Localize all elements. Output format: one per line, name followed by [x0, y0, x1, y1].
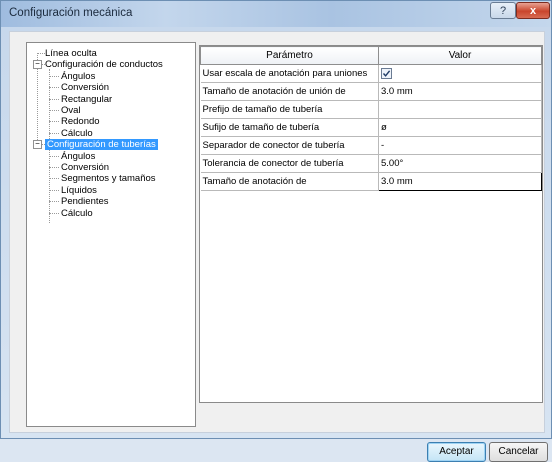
table-row[interactable]: Tolerancia de conector de tubería 5.00°	[200, 154, 542, 173]
value-cell[interactable]: 5.00°	[378, 154, 542, 173]
tree-item[interactable]: Cálculo	[61, 128, 93, 139]
parameter-cell: Tamaño de anotación de	[200, 172, 379, 191]
table-header-row: Parámetro Valor	[200, 46, 542, 65]
collapse-toggle-icon[interactable]: −	[33, 140, 42, 150]
value-cell[interactable]	[378, 64, 542, 83]
tree-connector	[49, 167, 59, 168]
accept-button[interactable]: Aceptar	[427, 442, 486, 462]
tree-connector	[49, 98, 59, 100]
parameter-table: Parámetro Valor Usar escala de anotación…	[200, 46, 542, 191]
tree-connector	[37, 53, 45, 54]
collapse-toggle-icon[interactable]: −	[33, 60, 42, 70]
tree-connector	[49, 212, 59, 214]
tree-item[interactable]: Conversión	[61, 162, 109, 173]
tree-item[interactable]: Configuración de tuberías	[45, 139, 158, 151]
use-annotation-scale-checkbox[interactable]	[381, 67, 392, 79]
table-row[interactable]: Tamaño de anotación de 3.0 mm	[200, 172, 542, 191]
value-text: 3.0 mm	[381, 176, 413, 187]
tree-item-label: Conversión	[61, 162, 110, 173]
tree-item-label: Cálculo	[61, 207, 93, 219]
tree-connector	[49, 201, 59, 203]
title-bar[interactable]: Configuración mecánica ? x	[1, 1, 551, 27]
table-row[interactable]: Usar escala de anotación para uniones	[200, 64, 542, 83]
cancel-button[interactable]: Cancelar	[489, 442, 548, 462]
tree-item-label: Línea oculta	[45, 48, 97, 59]
window-title: Configuración mecánica	[9, 7, 133, 19]
table-row[interactable]: Prefijo de tamaño de tubería	[200, 100, 542, 119]
tree-item[interactable]: Configuración de conductos	[45, 59, 163, 70]
value-cell[interactable]: 3.0 mm	[378, 82, 542, 101]
tree-connector	[49, 75, 59, 77]
value-text: -	[381, 140, 385, 151]
tree-item-label: Ángulos	[61, 70, 96, 82]
value-cell[interactable]: 3.0 mm	[378, 172, 542, 191]
tree-connector	[49, 132, 59, 134]
parameter-grid: Parámetro Valor Usar escala de anotación…	[199, 45, 543, 403]
tree-item[interactable]: Ángulos	[61, 71, 95, 82]
tree-connector	[49, 189, 59, 191]
tree-item[interactable]: Línea oculta	[45, 48, 97, 59]
parameter-cell: Prefijo de tamaño de tubería	[200, 100, 379, 119]
parameter-cell: Tolerancia de conector de tubería	[200, 154, 379, 173]
dialog-client-area: Línea oculta − Configuración de conductos Á…	[9, 31, 548, 462]
parameter-cell: Sufijo de tamaño de tubería	[200, 118, 379, 137]
value-cell[interactable]	[378, 100, 542, 119]
tree-item[interactable]: Cálculo	[61, 208, 93, 219]
tree-item-label: Líquidos	[61, 184, 97, 196]
tree-item[interactable]: Redondo	[61, 116, 100, 127]
tree-item[interactable]: Ángulos	[61, 151, 95, 162]
tree-item-label: Configuración de conductos	[45, 59, 163, 71]
settings-tree[interactable]: Línea oculta − Configuración de conductos Á…	[26, 42, 196, 427]
table-row[interactable]: Sufijo de tamaño de tubería ø	[200, 118, 542, 137]
tree-item[interactable]: Pendientes	[61, 196, 109, 207]
close-button[interactable]: x	[516, 2, 550, 19]
tree-connector	[49, 87, 59, 89]
check-icon	[382, 70, 391, 77]
tree-item[interactable]: Rectangular	[61, 94, 112, 105]
tree-item-label: Pendientes	[61, 196, 109, 208]
column-header-value: Valor	[378, 46, 542, 65]
value-cell[interactable]: ø	[378, 118, 542, 137]
mechanical-settings-window: Configuración mecánica ? x Línea oculta −…	[0, 0, 552, 462]
value-text: ø	[381, 122, 387, 133]
tree-item-label: Configuración de tuberías	[45, 139, 158, 151]
tree-item-label: Ángulos	[61, 150, 96, 162]
tree-item[interactable]: Segmentos y tamaños	[61, 173, 156, 184]
tree-item-label: Segmentos y tamaños	[61, 173, 156, 185]
tree-item-label: Rectangular	[61, 93, 113, 105]
tree-item-label: Conversión	[61, 82, 110, 94]
tree-item-label: Cálculo	[61, 127, 93, 139]
tree-connector	[49, 155, 59, 157]
tree-item-label: Redondo	[61, 116, 100, 128]
tree-item[interactable]: Oval	[61, 105, 81, 116]
help-button[interactable]: ?	[490, 2, 516, 19]
table-row[interactable]: Separador de conector de tubería -	[200, 136, 542, 155]
parameter-cell: Tamaño de anotación de unión de	[200, 82, 379, 101]
tree-item-label: Oval	[61, 105, 81, 116]
value-text: 3.0 mm	[381, 86, 413, 97]
table-row[interactable]: Tamaño de anotación de unión de 3.0 mm	[200, 82, 542, 101]
tree-connector	[49, 178, 59, 180]
parameter-cell: Separador de conector de tubería	[200, 136, 379, 155]
tree-item[interactable]: Conversión	[61, 82, 109, 93]
tree-item[interactable]: Líquidos	[61, 185, 97, 196]
parameter-cell: Usar escala de anotación para uniones	[200, 64, 379, 83]
value-cell[interactable]: -	[378, 136, 542, 155]
value-text: 5.00°	[381, 158, 404, 169]
column-header-parameter: Parámetro	[200, 46, 379, 65]
tree-connector	[49, 110, 59, 111]
tree-connector	[49, 121, 59, 123]
